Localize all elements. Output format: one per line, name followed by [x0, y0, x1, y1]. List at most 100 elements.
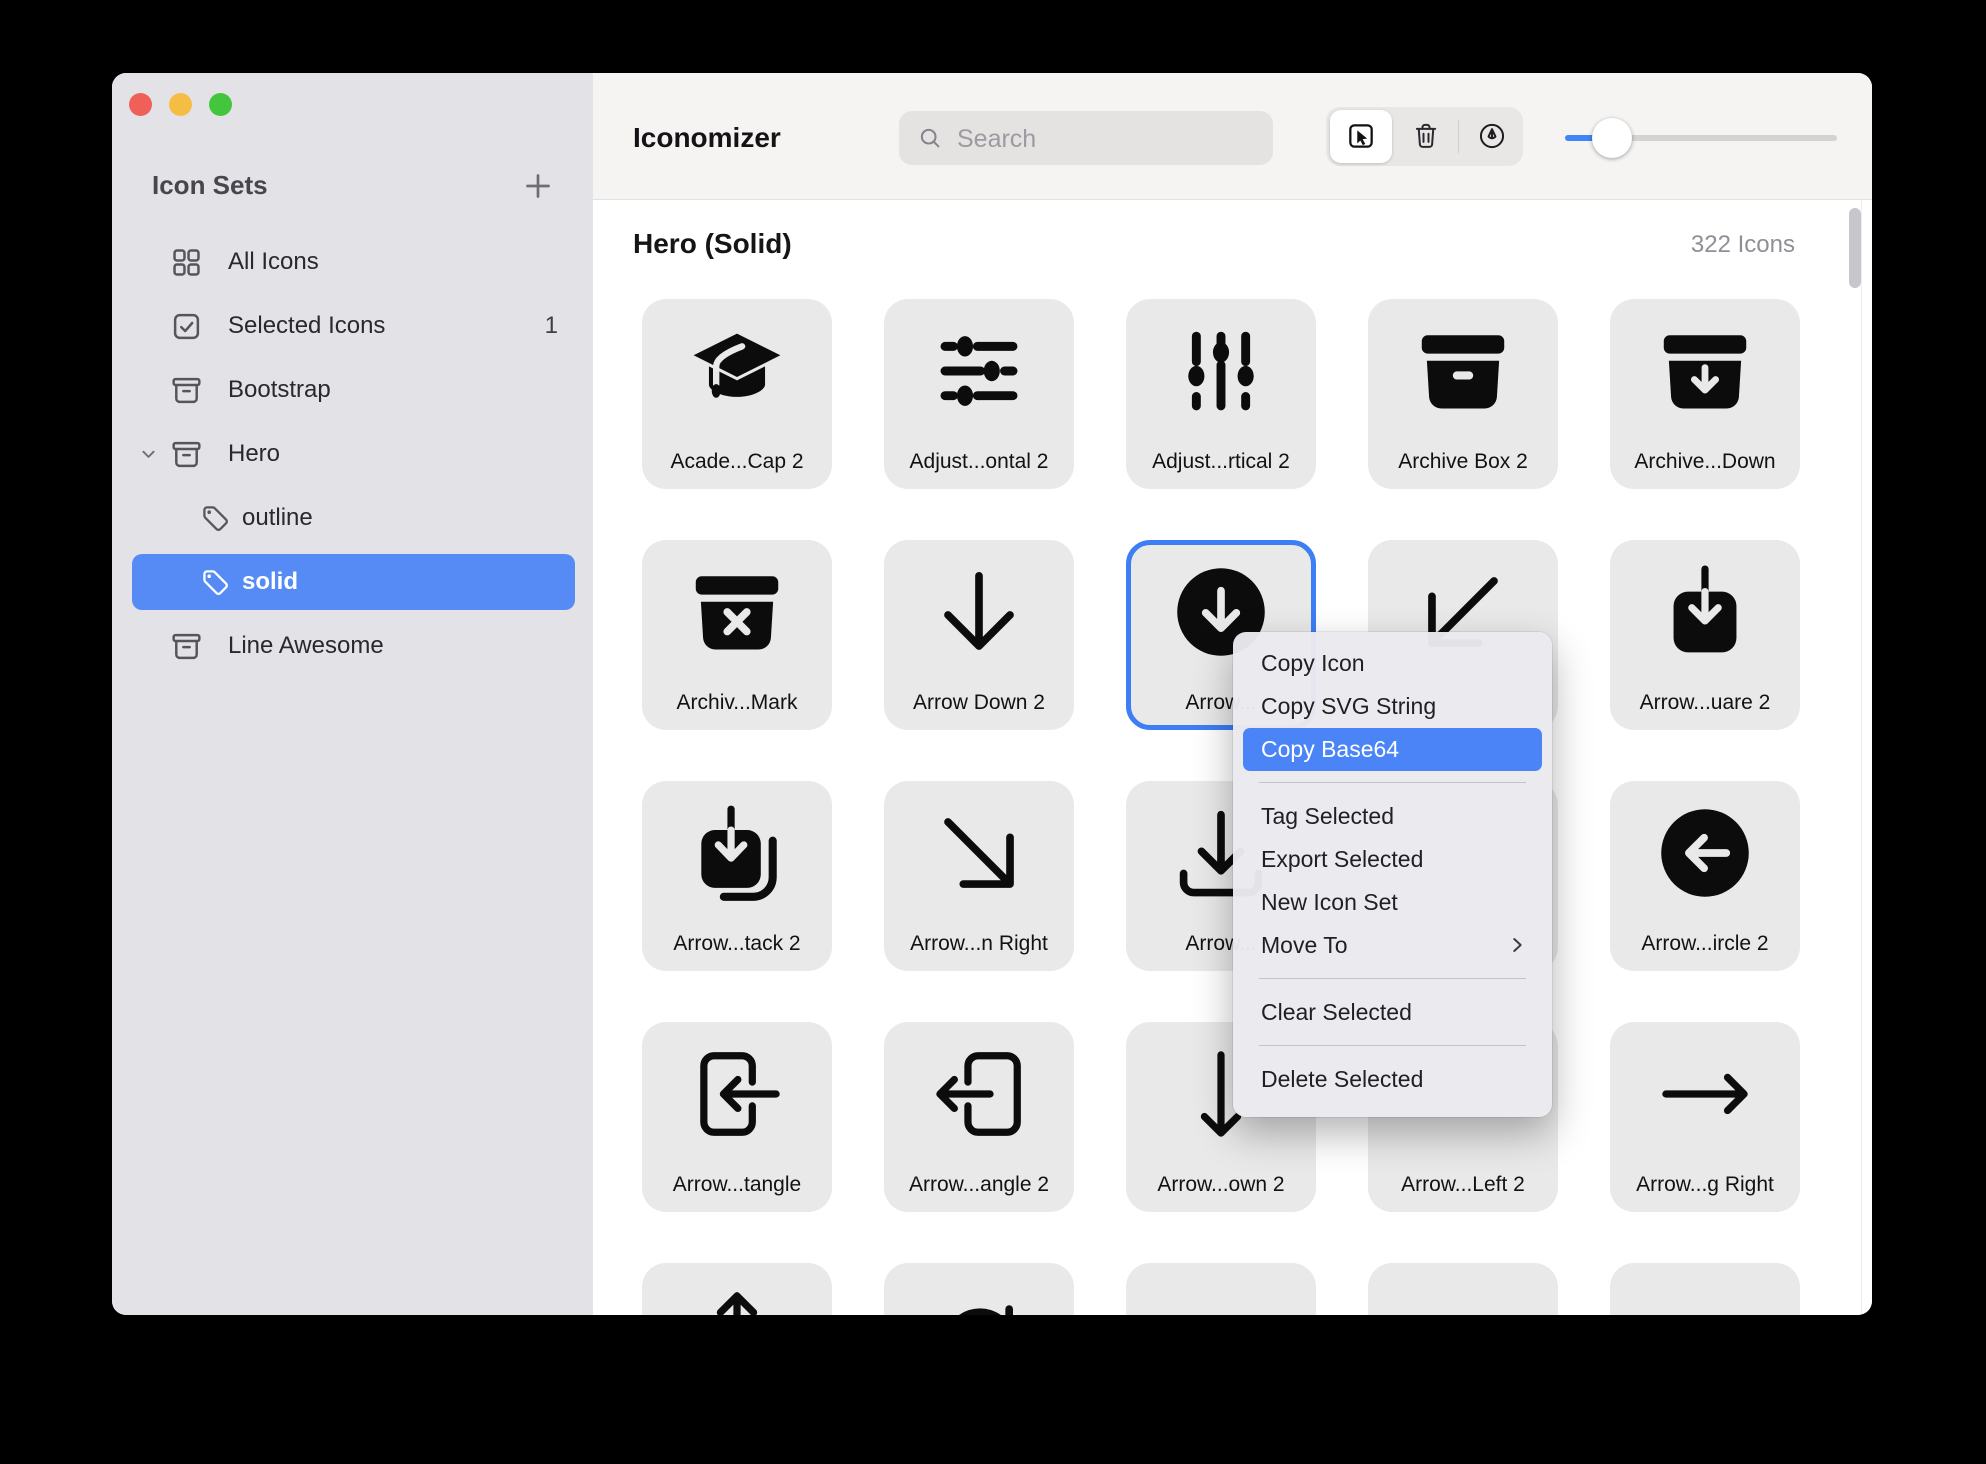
selected-count-badge: 1	[545, 312, 558, 340]
menu-separator	[1259, 1045, 1526, 1046]
tile-arrow-diagonal[interactable]	[1368, 1263, 1558, 1315]
tile-arrow-left-circle[interactable]: Arrow...ircle 2	[1610, 781, 1800, 971]
sidebar-item-label: Hero	[228, 440, 280, 468]
sidebar-item-label: solid	[242, 568, 298, 596]
tile-label: Arrow...own 2	[1126, 1173, 1316, 1197]
arrow-diagonal-icon	[1412, 1284, 1514, 1315]
app-title: Iconomizer	[633, 122, 781, 154]
sidebar-item-solid-tag[interactable]: solid	[112, 554, 593, 610]
close-button[interactable]	[129, 93, 152, 116]
search-input[interactable]	[955, 111, 1259, 167]
tile-arrow-curve-right[interactable]	[884, 1263, 1074, 1315]
arrow-down-on-square-icon	[1654, 561, 1756, 663]
tile-arrow-long-up[interactable]	[642, 1263, 832, 1315]
archive-box-icon	[169, 373, 204, 408]
tile-label: Arrow...Left 2	[1368, 1173, 1558, 1197]
zoom-button[interactable]	[209, 93, 232, 116]
set-heading: Hero (Solid)	[633, 228, 792, 260]
search-icon	[917, 125, 943, 151]
menu-item-new-icon-set[interactable]: New Icon Set	[1233, 881, 1552, 924]
pencil-tip-circle-icon[interactable]	[1476, 120, 1508, 152]
adjustments-horizontal-icon	[928, 320, 1030, 422]
menu-item-copy-base64[interactable]: Copy Base64	[1243, 728, 1542, 771]
context-menu: Copy Icon Copy SVG String Copy Base64 Ta…	[1233, 632, 1552, 1117]
scrollbar-track[interactable]	[1861, 200, 1862, 1315]
menu-item-export-selected[interactable]: Export Selected	[1233, 838, 1552, 881]
sidebar-item-label: Selected Icons	[228, 312, 385, 340]
sidebar-item-line-awesome[interactable]: Line Awesome	[112, 618, 593, 674]
tile-arrow-down-on-square-stack[interactable]: Arrow...tack 2	[642, 781, 832, 971]
slider-knob[interactable]	[1592, 118, 1632, 158]
sidebar-header: Icon Sets	[152, 170, 268, 201]
checkbox-icon	[169, 309, 204, 344]
arrow-left-start-on-rectangle-icon	[928, 1043, 1030, 1145]
tag-icon	[200, 567, 232, 599]
add-icon-set-button[interactable]	[520, 168, 556, 204]
tile-arrow-down[interactable]: Arrow Down 2	[884, 540, 1074, 730]
menu-item-clear-selected[interactable]: Clear Selected	[1233, 991, 1552, 1034]
tile-academic-cap[interactable]: Acade...Cap 2	[642, 299, 832, 489]
tile-arrow-long-right[interactable]: Arrow...g Right	[1610, 1022, 1800, 1212]
sidebar-item-label: outline	[242, 504, 313, 532]
tile-arrow-left-end-on-rectangle[interactable]: Arrow...tangle	[642, 1022, 832, 1212]
tile-archive-box[interactable]: Archive Box 2	[1368, 299, 1558, 489]
academic-cap-icon	[686, 320, 788, 422]
chevron-down-icon[interactable]	[139, 445, 158, 464]
tile-archive-box-arrow-down[interactable]: Archive...Down	[1610, 299, 1800, 489]
tile-label: Adjust...ontal 2	[884, 450, 1074, 474]
tile-adjustments-vertical[interactable]: Adjust...rtical 2	[1126, 299, 1316, 489]
arrow-curve-right-icon	[928, 1284, 1030, 1315]
tile-label: Archive...Down	[1610, 450, 1800, 474]
scrollbar-thumb[interactable]	[1849, 208, 1861, 288]
search-field[interactable]	[899, 111, 1273, 165]
sidebar-item-label: Line Awesome	[228, 632, 384, 660]
arrow-down-icon	[928, 561, 1030, 663]
sidebar-item-hero[interactable]: Hero	[112, 426, 593, 482]
archive-box-icon	[169, 629, 204, 664]
tile-label: Archiv...Mark	[642, 691, 832, 715]
menu-item-delete-selected[interactable]: Delete Selected	[1233, 1058, 1552, 1101]
tile-label: Acade...Cap 2	[642, 450, 832, 474]
sidebar-item-label: Bootstrap	[228, 376, 331, 404]
toolbar	[1326, 107, 1523, 166]
menu-item-move-to[interactable]: Move To	[1233, 924, 1552, 967]
icon-count: 322 Icons	[1691, 231, 1795, 259]
tile-label: Arrow...tangle	[642, 1173, 832, 1197]
sidebar-selection-highlight	[132, 554, 575, 610]
screen: { "titlebar": { "app_title": "Iconomizer…	[0, 0, 1986, 1464]
menu-item-copy-svg-string[interactable]: Copy SVG String	[1233, 685, 1552, 728]
trash-icon[interactable]	[1411, 121, 1441, 151]
tile-adjustments-horizontal[interactable]: Adjust...ontal 2	[884, 299, 1074, 489]
toolbar-divider	[1458, 120, 1459, 153]
menu-item-label: Move To	[1261, 932, 1348, 958]
tile-arrow-left-start-on-rectangle[interactable]: Arrow...angle 2	[884, 1022, 1074, 1212]
sidebar: Icon Sets All Icons Selected Icons 1 Boo…	[112, 73, 594, 1315]
tile-label: Arrow...g Right	[1610, 1173, 1800, 1197]
tile-arrow-down-right[interactable]: Arrow...n Right	[884, 781, 1074, 971]
squares-grid-icon	[169, 245, 204, 280]
archive-box-x-mark-icon	[686, 561, 788, 663]
tile-arrow-curve-down[interactable]	[1126, 1263, 1316, 1315]
select-tool-button[interactable]	[1330, 110, 1392, 163]
tile-label: Arrow...ircle 2	[1610, 932, 1800, 956]
archive-box-solid-icon	[1412, 320, 1514, 422]
sidebar-item-label: All Icons	[228, 248, 319, 276]
sidebar-item-bootstrap[interactable]: Bootstrap	[112, 362, 593, 418]
arrow-left-circle-icon	[1654, 802, 1756, 904]
adjustments-vertical-icon	[1170, 320, 1272, 422]
tile-archive-box-x-mark[interactable]: Archiv...Mark	[642, 540, 832, 730]
sidebar-item-all-icons[interactable]: All Icons	[112, 234, 593, 290]
select-cursor-icon	[1345, 120, 1377, 152]
arrow-long-up-icon	[686, 1284, 788, 1315]
minimize-button[interactable]	[169, 93, 192, 116]
menu-item-copy-icon[interactable]: Copy Icon	[1233, 642, 1552, 685]
archive-box-icon	[169, 437, 204, 472]
icon-grid: Acade...Cap 2 Adjust...ontal 2 Adjust...…	[642, 299, 1800, 1315]
tile-arrow-down-on-square[interactable]: Arrow...uare 2	[1610, 540, 1800, 730]
icon-size-slider[interactable]	[1565, 135, 1837, 141]
tile-arrow-circle-solid[interactable]	[1610, 1263, 1800, 1315]
app-window: Icon Sets All Icons Selected Icons 1 Boo…	[112, 73, 1872, 1315]
sidebar-item-selected-icons[interactable]: Selected Icons 1	[112, 298, 593, 354]
sidebar-item-outline-tag[interactable]: outline	[112, 490, 593, 546]
menu-item-tag-selected[interactable]: Tag Selected	[1233, 795, 1552, 838]
